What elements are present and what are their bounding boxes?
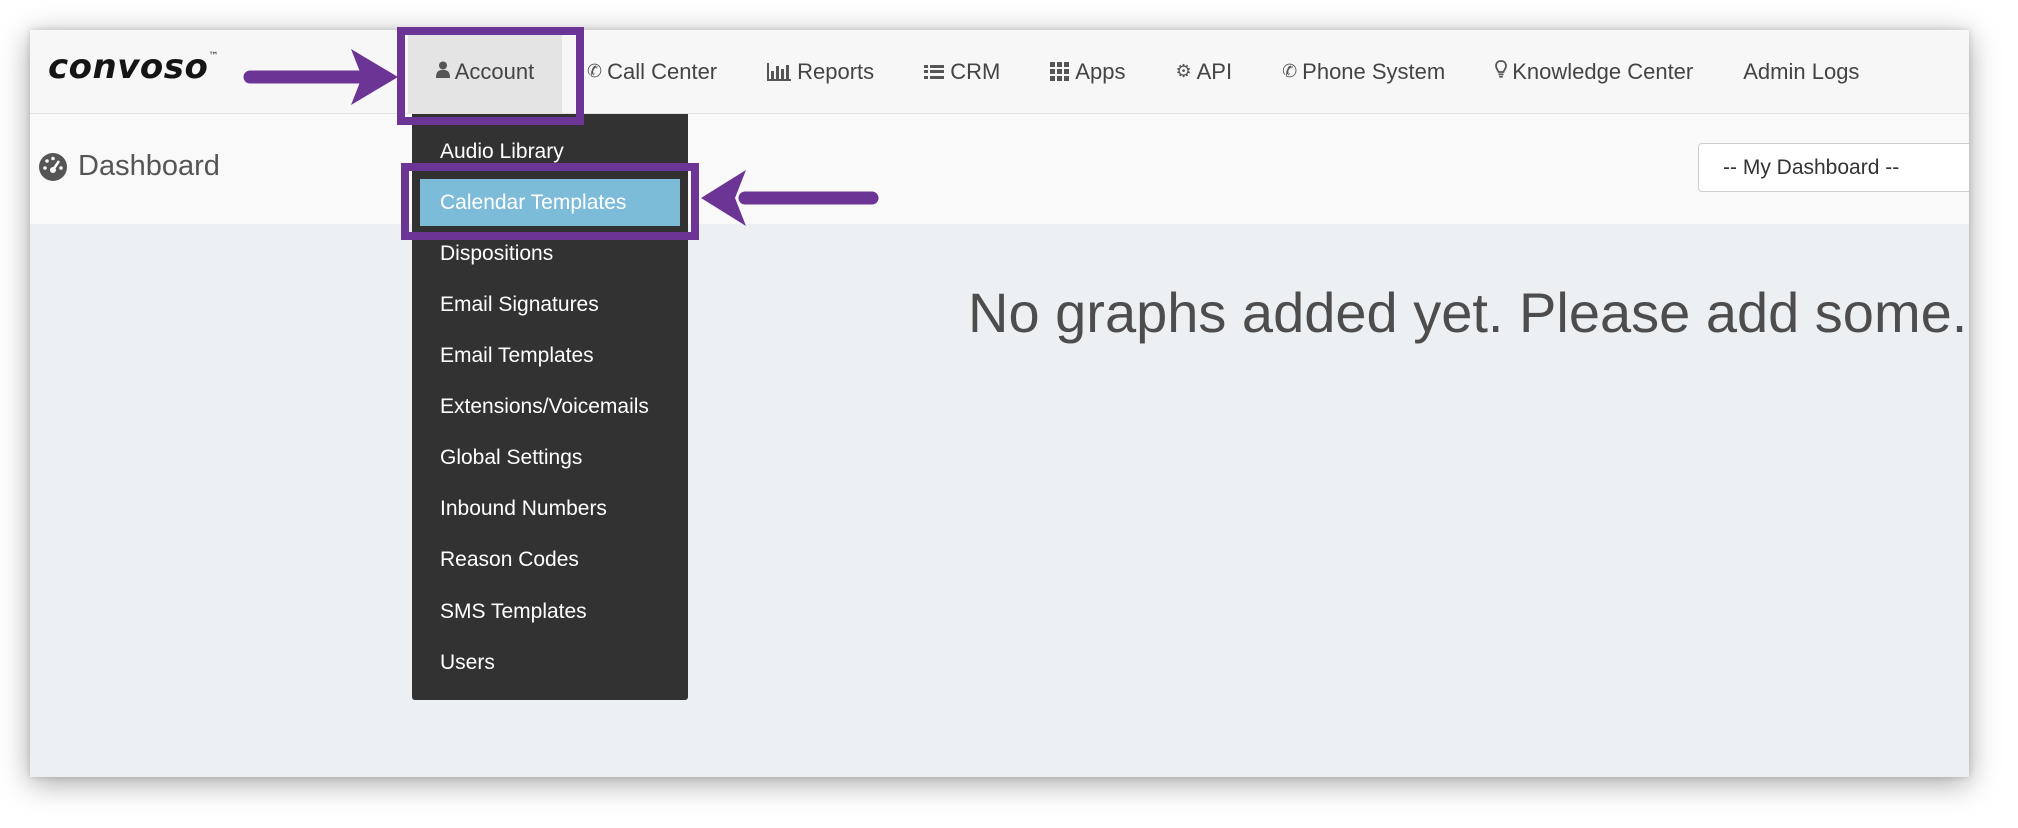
bar-chart-icon xyxy=(767,62,792,81)
dashboard-select[interactable]: -- My Dashboard -- xyxy=(1698,143,1969,192)
account-dropdown-menu: Audio Library Calendar Templates Disposi… xyxy=(412,114,688,700)
list-icon xyxy=(924,64,945,79)
page-title: Dashboard xyxy=(38,150,220,183)
convoso-logo[interactable]: convoso™ xyxy=(48,47,219,87)
gear-icon: ⚙ xyxy=(1175,61,1192,81)
phone-icon: ✆ xyxy=(1282,61,1298,81)
nav-apps[interactable]: Apps xyxy=(1025,30,1150,113)
nav-call-center[interactable]: ✆ Call Center xyxy=(562,30,742,113)
menu-item-sms-templates[interactable]: SMS Templates xyxy=(412,588,688,635)
nav-reports[interactable]: Reports xyxy=(742,30,899,113)
nav-account[interactable]: Account xyxy=(408,30,562,113)
menu-item-reason-codes[interactable]: Reason Codes xyxy=(412,536,688,583)
lightbulb-icon xyxy=(1495,60,1508,83)
menu-item-audio-library[interactable]: Audio Library xyxy=(412,128,688,175)
nav-api[interactable]: ⚙ API xyxy=(1150,30,1257,113)
menu-item-extensions-voicemails[interactable]: Extensions/Voicemails xyxy=(412,383,688,430)
menu-item-inbound-numbers[interactable]: Inbound Numbers xyxy=(412,485,688,532)
menu-item-email-signatures[interactable]: Email Signatures xyxy=(412,281,688,328)
top-navbar: convoso™ Account ✆ Call Center Reports C… xyxy=(30,30,1969,114)
nav-admin-logs[interactable]: Admin Logs xyxy=(1718,30,1884,113)
phone-icon: ✆ xyxy=(587,61,603,81)
menu-item-calendar-templates[interactable]: Calendar Templates xyxy=(420,179,680,226)
menu-item-global-settings[interactable]: Global Settings xyxy=(412,434,688,481)
nav-crm[interactable]: CRM xyxy=(899,30,1025,113)
grid-icon xyxy=(1050,62,1070,81)
user-icon xyxy=(435,61,450,83)
nav-phone-system[interactable]: ✆ Phone System xyxy=(1257,30,1470,113)
menu-item-dispositions[interactable]: Dispositions xyxy=(412,230,688,277)
menu-item-email-templates[interactable]: Email Templates xyxy=(412,332,688,379)
nav-knowledge-center[interactable]: Knowledge Center xyxy=(1470,30,1718,113)
dashboard-gauge-icon xyxy=(39,152,67,181)
main-nav: Account ✆ Call Center Reports CRM Apps ⚙… xyxy=(408,30,1884,113)
empty-state-message: No graphs added yet. Please add some. xyxy=(968,281,1968,344)
app-window: convoso™ Account ✆ Call Center Reports C… xyxy=(30,30,1969,777)
page-header: Dashboard -- My Dashboard -- xyxy=(30,114,1969,224)
menu-item-users[interactable]: Users xyxy=(412,639,688,686)
